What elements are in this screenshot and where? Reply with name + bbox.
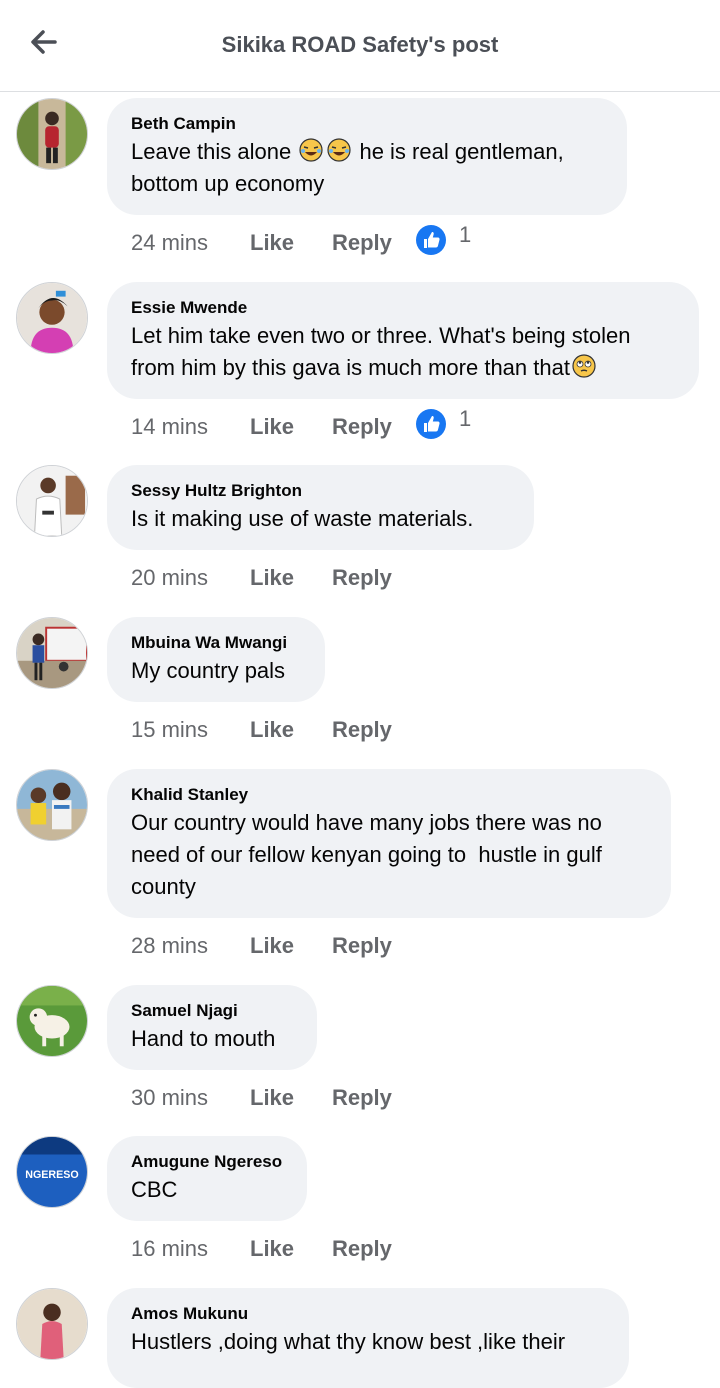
rofl-emoji-icon bbox=[299, 138, 323, 162]
comment-time[interactable]: 20 mins bbox=[131, 565, 208, 591]
comment-text: CBC bbox=[131, 1177, 178, 1202]
avatar[interactable] bbox=[16, 985, 88, 1057]
comment-bubble[interactable]: Mbuina Wa Mwangi My country pals bbox=[107, 617, 325, 702]
comment-author[interactable]: Amos Mukunu bbox=[131, 1304, 605, 1324]
comment-time[interactable]: 16 mins bbox=[131, 1236, 208, 1262]
like-reaction-icon[interactable] bbox=[415, 408, 447, 440]
like-button[interactable]: Like bbox=[250, 933, 294, 959]
comment-time[interactable]: 30 mins bbox=[131, 1085, 208, 1111]
comment-bubble[interactable]: Amugune Ngereso CBC bbox=[107, 1136, 307, 1221]
like-button[interactable]: Like bbox=[250, 1236, 294, 1262]
avatar[interactable] bbox=[16, 617, 88, 689]
comment-bubble[interactable]: Khalid Stanley Our country would have ma… bbox=[107, 769, 671, 918]
reply-button[interactable]: Reply bbox=[332, 230, 392, 256]
like-reaction-icon[interactable] bbox=[415, 224, 447, 256]
avatar-jersey-text: NGERESO bbox=[25, 1169, 78, 1181]
reply-button[interactable]: Reply bbox=[332, 1236, 392, 1262]
comment-bubble[interactable]: Samuel Njagi Hand to mouth bbox=[107, 985, 317, 1070]
avatar[interactable] bbox=[16, 465, 88, 537]
comment-author[interactable]: Khalid Stanley bbox=[131, 785, 647, 805]
like-button[interactable]: Like bbox=[250, 230, 294, 256]
eye-roll-emoji-icon bbox=[572, 354, 596, 378]
page-title: Sikika ROAD Safety's post bbox=[221, 32, 499, 57]
comment-author[interactable]: Sessy Hultz Brighton bbox=[131, 481, 510, 501]
comment-bubble[interactable]: Amos Mukunu Hustlers ,doing what thy kno… bbox=[107, 1288, 629, 1388]
comment-text: My country pals bbox=[131, 658, 286, 683]
reply-button[interactable]: Reply bbox=[332, 717, 392, 743]
comment-text: Leave this alone he is real gentleman, b… bbox=[131, 136, 603, 200]
comment-text-part: Let him take even two or three. What's b… bbox=[131, 323, 637, 380]
like-button[interactable]: Like bbox=[250, 414, 294, 440]
reaction-count[interactable]: 1 bbox=[459, 406, 471, 432]
comment-time[interactable]: 24 mins bbox=[131, 230, 208, 256]
top-bar: Sikika ROAD Safety's post bbox=[0, 0, 720, 92]
rofl-emoji-icon bbox=[327, 138, 351, 162]
reply-button[interactable]: Reply bbox=[332, 414, 392, 440]
comment-text: Let him take even two or three. What's b… bbox=[131, 320, 675, 384]
avatar[interactable] bbox=[16, 769, 88, 841]
like-button[interactable]: Like bbox=[250, 1085, 294, 1111]
reply-button[interactable]: Reply bbox=[332, 1085, 392, 1111]
avatar[interactable]: NGERESO bbox=[16, 1136, 88, 1208]
comment-text: Hustlers ,doing what thy know best ,like… bbox=[131, 1329, 566, 1354]
comment-author[interactable]: Amugune Ngereso bbox=[131, 1152, 283, 1172]
reaction-count[interactable]: 1 bbox=[459, 222, 471, 248]
comment-author[interactable]: Beth Campin bbox=[131, 114, 603, 134]
comment-text: Hand to mouth bbox=[131, 1026, 276, 1051]
comment-time[interactable]: 14 mins bbox=[131, 414, 208, 440]
like-button[interactable]: Like bbox=[250, 717, 294, 743]
comment-author[interactable]: Essie Mwende bbox=[131, 298, 675, 318]
comment-text: Is it making use of waste materials. bbox=[131, 506, 474, 531]
comment-bubble[interactable]: Sessy Hultz Brighton Is it making use of… bbox=[107, 465, 534, 550]
comment-bubble[interactable]: Beth Campin Leave this alone he is real … bbox=[107, 98, 627, 215]
comment-time[interactable]: 28 mins bbox=[131, 933, 208, 959]
avatar[interactable] bbox=[16, 98, 88, 170]
comment-author[interactable]: Mbuina Wa Mwangi bbox=[131, 633, 301, 653]
like-button[interactable]: Like bbox=[250, 565, 294, 591]
comment-text: Our country would have many jobs there w… bbox=[131, 810, 608, 899]
comment-bubble[interactable]: Essie Mwende Let him take even two or th… bbox=[107, 282, 699, 399]
avatar[interactable] bbox=[16, 1288, 88, 1360]
comment-time[interactable]: 15 mins bbox=[131, 717, 208, 743]
comment-text-part: Leave this alone bbox=[131, 139, 298, 164]
avatar[interactable] bbox=[16, 282, 88, 354]
reply-button[interactable]: Reply bbox=[332, 933, 392, 959]
reply-button[interactable]: Reply bbox=[332, 565, 392, 591]
comment-author[interactable]: Samuel Njagi bbox=[131, 1001, 293, 1021]
